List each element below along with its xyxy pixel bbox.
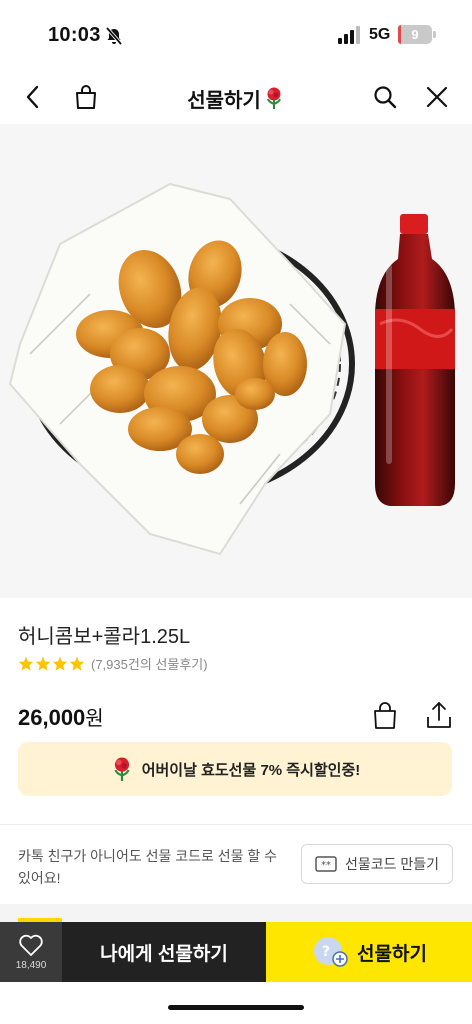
status-time: 10:03 (48, 24, 101, 46)
star-icon (52, 656, 68, 671)
section-separator (0, 904, 472, 922)
star-icon (18, 656, 34, 671)
search-button[interactable] (370, 82, 400, 112)
gift-to-self-button[interactable]: 나에게 선물하기 (62, 922, 266, 982)
product-image (0, 124, 472, 598)
bottom-action-bar: 18,490 나에게 선물하기 ? 선물하기 (0, 922, 472, 982)
signal-icon (338, 26, 360, 44)
price-unit: 원 (85, 708, 104, 730)
close-button[interactable] (422, 82, 452, 112)
battery-level: 9 (411, 27, 419, 42)
flower-icon (266, 87, 281, 109)
product-rating[interactable]: (7,935건의 선물후기) (18, 654, 208, 673)
star-icon (69, 656, 85, 671)
like-button[interactable]: 18,490 (0, 922, 62, 982)
divider (0, 824, 472, 825)
star-icon (35, 656, 51, 671)
nav-bar: 선물하기 (0, 70, 472, 124)
share-icon[interactable] (424, 700, 454, 730)
create-gift-code-button[interactable]: ** 선물코드 만들기 (301, 844, 453, 884)
gift-button[interactable]: ? 선물하기 (266, 922, 472, 982)
product-price: 26,000원 (18, 702, 104, 731)
status-bar: 10:03 5G 9 (0, 0, 472, 70)
search-icon (374, 86, 397, 109)
heart-icon (19, 934, 43, 956)
svg-text:**: ** (321, 860, 331, 871)
page-title: 선물하기 (0, 84, 472, 113)
create-gift-code-label: 선물코드 만들기 (344, 856, 440, 872)
bell-slash-icon (105, 26, 123, 46)
promo-banner[interactable]: 어버이날 효도선물 7% 즉시할인중! (18, 742, 452, 796)
fried-chicken-and-cola-photo (8, 182, 455, 556)
close-icon (426, 86, 448, 108)
gift-label: 선물하기 (357, 943, 427, 965)
gift-to-self-label: 나에게 선물하기 (100, 943, 228, 965)
network-type: 5G (369, 26, 391, 43)
gift-bag-icon[interactable] (370, 700, 400, 730)
price-amount: 26,000 (18, 705, 86, 730)
flower-icon (114, 757, 130, 781)
svg-text:?: ? (322, 944, 330, 960)
review-count: (7,935건의 선물후기) (91, 657, 208, 672)
friend-add-icon: ? (314, 937, 348, 967)
home-indicator-area (0, 982, 472, 1024)
code-icon: ** (315, 856, 337, 872)
page-title-text: 선물하기 (187, 90, 261, 112)
product-name: 허니콤보+콜라1.25L (18, 626, 191, 648)
promo-text: 어버이날 효도선물 7% 즉시할인중! (141, 761, 361, 779)
battery-icon: 9 (398, 25, 436, 44)
home-indicator[interactable] (168, 1005, 304, 1010)
star-rating (18, 656, 86, 671)
like-count: 18,490 (15, 960, 47, 971)
gift-code-message: 카톡 친구가 아니어도 선물 코드로 선물 할 수 있어요! (18, 848, 278, 886)
